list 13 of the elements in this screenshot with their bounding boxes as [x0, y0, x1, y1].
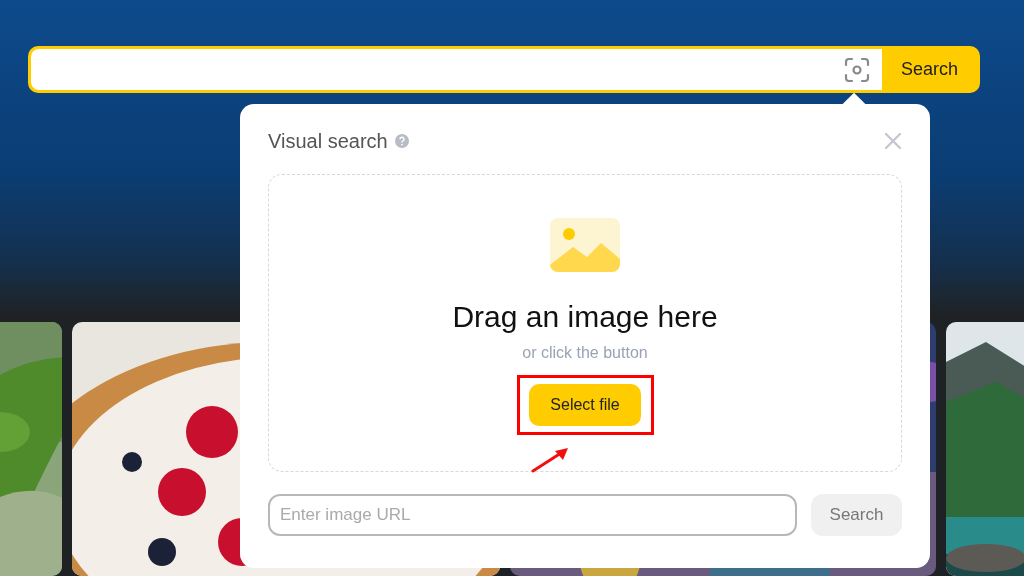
url-input-field[interactable]: Enter image URL [268, 494, 797, 536]
drop-zone-heading: Drag an image here [452, 299, 718, 335]
close-icon[interactable] [884, 132, 902, 150]
select-file-button[interactable]: Select file [529, 384, 641, 426]
camera-scan-icon[interactable] [844, 56, 870, 83]
image-icon [549, 217, 621, 273]
drop-zone-hint: or click the button [522, 343, 648, 363]
help-icon[interactable] [394, 134, 409, 148]
drop-zone[interactable]: Drag an image here or click the button Select file [268, 174, 902, 472]
search-field[interactable] [31, 49, 882, 90]
pointer-arrow [531, 447, 571, 473]
popup-title: Visual search [268, 129, 388, 154]
url-search-button[interactable]: Search [811, 494, 902, 536]
